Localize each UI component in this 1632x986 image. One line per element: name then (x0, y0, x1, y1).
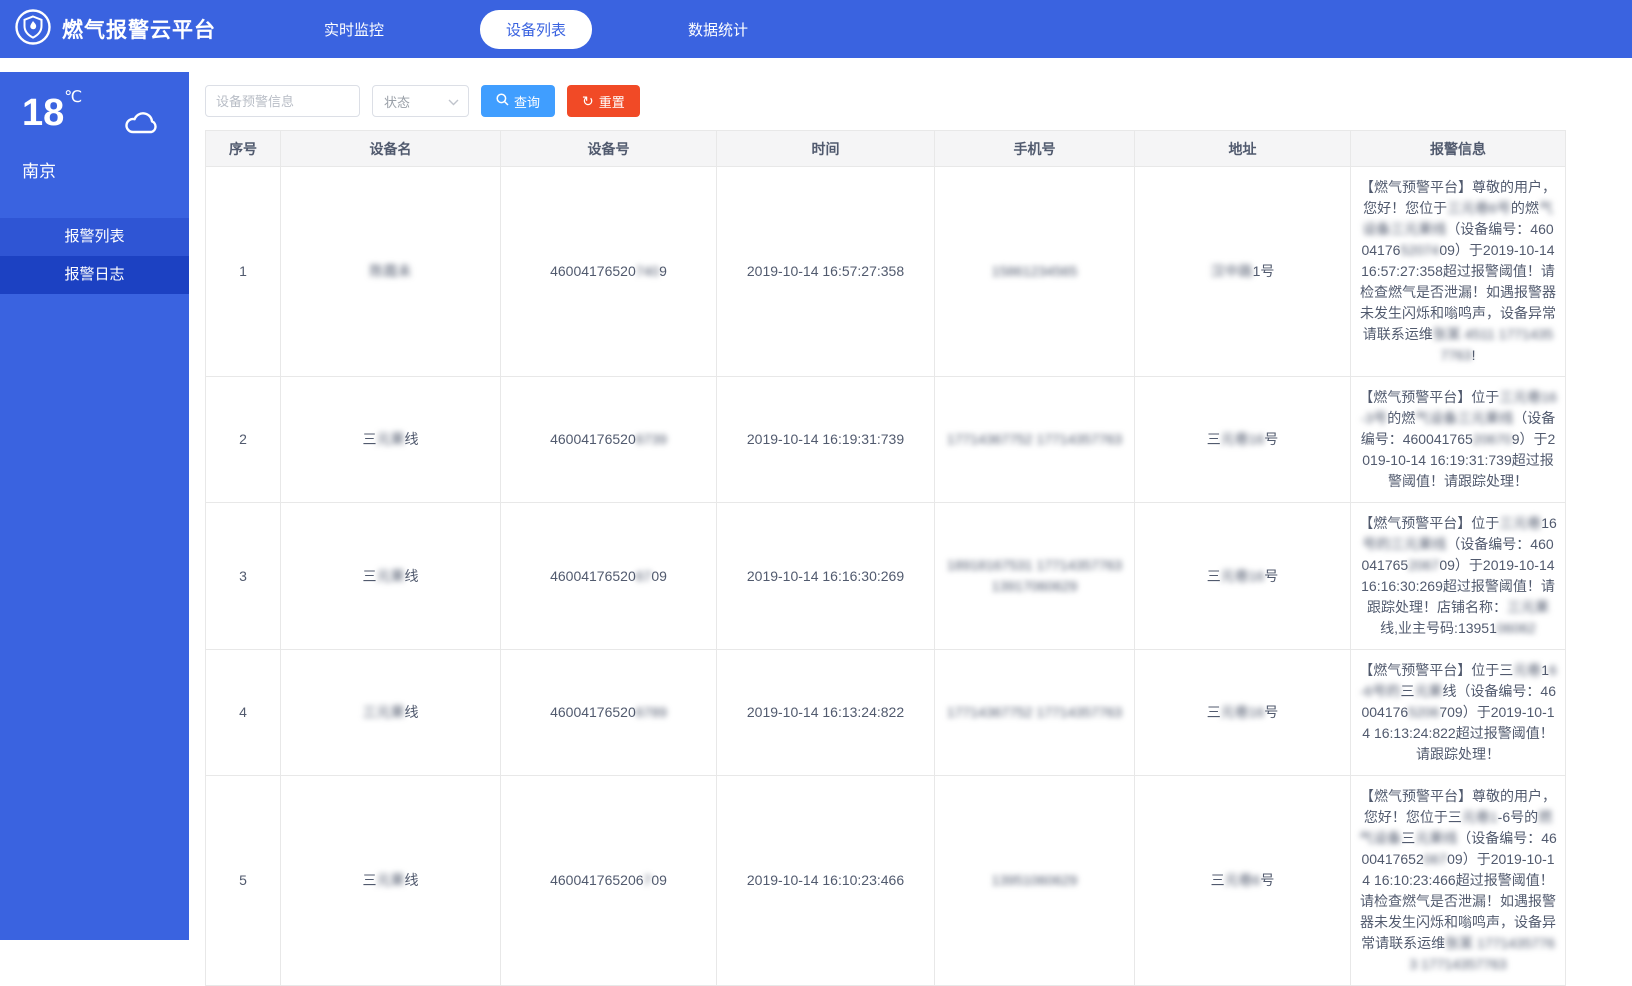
cell-alarm-message: 【燃气预警平台】尊敬的用户，您好！您位于三元巷1-6号的燃气设备三元果线（设备编… (1351, 776, 1566, 986)
top-navbar: 燃气报警云平台 实时监控 设备列表 数据统计 (0, 0, 1632, 58)
table-row: 5三元果线4600417652067092019-10-14 16:10:23:… (206, 776, 1566, 986)
cell-time: 2019-10-14 16:19:31:739 (717, 377, 935, 503)
table-row: 3三元果线4600417652067092019-10-14 16:16:30:… (206, 503, 1566, 650)
cell-phone: 13951060629 (935, 776, 1135, 986)
cell-alarm-message: 【燃气预警平台】尊敬的用户，您好！您位于三元巷6号的燃气设备三元果线（设备编号：… (1351, 167, 1566, 377)
sidebar-item-alarm-list[interactable]: 报警列表 (0, 218, 189, 256)
nav-items: 实时监控 设备列表 数据统计 (298, 10, 774, 49)
search-icon (496, 93, 509, 109)
status-select[interactable]: 状态 (372, 85, 469, 117)
cell-index: 1 (206, 167, 281, 377)
cell-time: 2019-10-14 16:10:23:466 (717, 776, 935, 986)
nav-item-device-list[interactable]: 设备列表 (480, 10, 592, 49)
cell-phone: 17714367752 17714357763 (935, 650, 1135, 776)
shield-flame-icon (14, 8, 52, 51)
cell-time: 2019-10-14 16:13:24:822 (717, 650, 935, 776)
table-row: 2三元果线4600417652067392019-10-14 16:19:31:… (206, 377, 1566, 503)
cell-alarm-message: 【燃气预警平台】位于三元巷16-6号的三元果线（设备编号：46004176520… (1351, 650, 1566, 776)
table-row: 4三元果线4600417652067892019-10-14 16:13:24:… (206, 650, 1566, 776)
column-header-address: 地址 (1135, 131, 1351, 167)
cell-alarm-message: 【燃气预警平台】位于三元巷16号的三元果线（设备编号：4600417652067… (1351, 503, 1566, 650)
cell-device-no: 460041765206709 (501, 776, 717, 986)
sidebar-menu: 报警列表 报警日志 (0, 218, 189, 294)
weather-widget: 18℃ 南京 (0, 72, 189, 200)
alarm-info-search-input[interactable] (205, 85, 360, 117)
logo: 燃气报警云平台 (0, 8, 268, 51)
cell-phone: 15861234565 (935, 167, 1135, 377)
table-row: 1陈霞未4600417652074092019-10-14 16:57:27:3… (206, 167, 1566, 377)
cell-device-no: 460041765206739 (501, 377, 717, 503)
table-header: 序号 设备名 设备号 时间 手机号 地址 报警信息 (206, 131, 1566, 167)
column-header-alarm-message: 报警信息 (1351, 131, 1566, 167)
cell-device-no: 460041765206789 (501, 650, 717, 776)
cell-phone: 18918167531 17714357763 13917060629 (935, 503, 1135, 650)
main-content: 状态 查询 ↻ 重置 (189, 58, 1632, 986)
reset-button[interactable]: ↻ 重置 (567, 85, 640, 117)
nav-item-data-statistics[interactable]: 数据统计 (662, 10, 774, 49)
alarm-table: 序号 设备名 设备号 时间 手机号 地址 报警信息 1陈霞未4600417652… (205, 130, 1566, 986)
column-header-phone: 手机号 (935, 131, 1135, 167)
query-button[interactable]: 查询 (481, 85, 555, 117)
cell-time: 2019-10-14 16:57:27:358 (717, 167, 935, 377)
table-body: 1陈霞未4600417652074092019-10-14 16:57:27:3… (206, 167, 1566, 986)
cell-index: 5 (206, 776, 281, 986)
column-header-device-name: 设备名 (281, 131, 501, 167)
cell-address: 三元巷16号 (1135, 650, 1351, 776)
cloud-icon (123, 108, 163, 141)
status-select-value: 状态 (384, 92, 410, 111)
cell-device-name: 三元果线 (281, 776, 501, 986)
cell-index: 4 (206, 650, 281, 776)
column-header-index: 序号 (206, 131, 281, 167)
cell-address: 汉中路1号 (1135, 167, 1351, 377)
cell-alarm-message: 【燃气预警平台】位于三元巷16-3号的燃气设备三元果线（设备编号：4600417… (1351, 377, 1566, 503)
cell-device-name: 陈霞未 (281, 167, 501, 377)
column-header-device-no: 设备号 (501, 131, 717, 167)
cell-device-name: 三元果线 (281, 377, 501, 503)
cell-phone: 17714367752 17714357763 (935, 377, 1135, 503)
cell-device-no: 460041765207409 (501, 167, 717, 377)
cell-address: 三元巷16号 (1135, 377, 1351, 503)
app-title: 燃气报警云平台 (62, 14, 216, 44)
cell-address: 三元巷6号 (1135, 776, 1351, 986)
reset-button-label: 重置 (599, 92, 625, 111)
city-label: 南京 (22, 157, 169, 182)
cell-device-name: 三元果线 (281, 503, 501, 650)
chevron-down-icon (448, 94, 459, 109)
sidebar: 18℃ 南京 报警列表 报警日志 (0, 72, 189, 940)
column-header-time: 时间 (717, 131, 935, 167)
cell-index: 2 (206, 377, 281, 503)
cell-device-name: 三元果线 (281, 650, 501, 776)
query-button-label: 查询 (514, 92, 540, 111)
temperature: 18℃ (22, 94, 82, 132)
cell-device-no: 460041765206709 (501, 503, 717, 650)
cell-time: 2019-10-14 16:16:30:269 (717, 503, 935, 650)
temperature-unit: ℃ (64, 89, 82, 106)
cell-index: 3 (206, 503, 281, 650)
toolbar: 状态 查询 ↻ 重置 (205, 85, 1632, 117)
nav-item-realtime-monitor[interactable]: 实时监控 (298, 10, 410, 49)
refresh-icon: ↻ (582, 94, 594, 108)
cell-address: 三元巷16号 (1135, 503, 1351, 650)
sidebar-item-alarm-log[interactable]: 报警日志 (0, 256, 189, 294)
